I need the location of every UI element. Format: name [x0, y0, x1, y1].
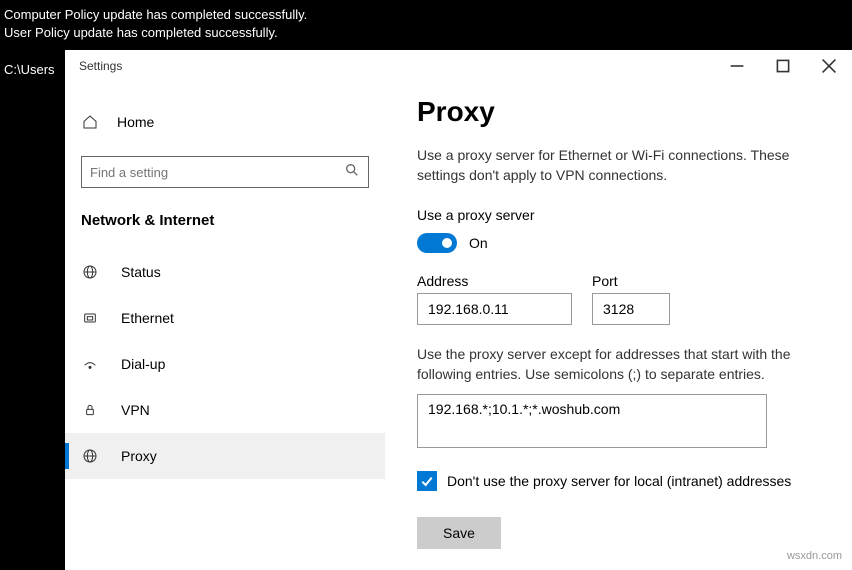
save-button[interactable]: Save [417, 517, 501, 549]
home-label: Home [117, 114, 154, 130]
nav-label: VPN [121, 402, 150, 418]
close-button[interactable] [806, 50, 852, 82]
exceptions-input[interactable] [417, 394, 767, 448]
window-title: Settings [79, 59, 122, 73]
search-input[interactable] [90, 165, 336, 180]
window-controls [714, 50, 852, 82]
local-bypass-label: Don't use the proxy server for local (in… [447, 473, 791, 489]
sidebar-heading: Network & Internet [65, 212, 385, 229]
terminal-line: Computer Policy update has completed suc… [4, 6, 848, 24]
address-input[interactable] [417, 293, 572, 325]
address-label: Address [417, 273, 572, 289]
page-title: Proxy [417, 96, 828, 128]
sidebar-item-status[interactable]: Status [65, 249, 385, 295]
sidebar-item-ethernet[interactable]: Ethernet [65, 295, 385, 341]
local-bypass-checkbox[interactable] [417, 471, 437, 491]
ethernet-icon [81, 310, 99, 326]
settings-window: Settings Home [65, 50, 852, 570]
sidebar-item-proxy[interactable]: Proxy [65, 433, 385, 479]
nav-label: Proxy [121, 448, 157, 464]
sidebar-item-vpn[interactable]: VPN [65, 387, 385, 433]
maximize-button[interactable] [760, 50, 806, 82]
use-proxy-label: Use a proxy server [417, 207, 828, 223]
search-box[interactable] [81, 156, 369, 188]
home-icon [81, 114, 99, 130]
page-description: Use a proxy server for Ethernet or Wi-Fi… [417, 146, 828, 185]
status-icon [81, 264, 99, 280]
nav-label: Status [121, 264, 161, 280]
minimize-button[interactable] [714, 50, 760, 82]
port-label: Port [592, 273, 670, 289]
vpn-icon [81, 402, 99, 418]
sidebar-item-dialup[interactable]: Dial-up [65, 341, 385, 387]
port-input[interactable] [592, 293, 670, 325]
close-icon [821, 58, 837, 74]
nav-label: Dial-up [121, 356, 165, 372]
titlebar: Settings [65, 50, 852, 82]
dialup-icon [81, 356, 99, 372]
checkmark-icon [419, 473, 435, 489]
minimize-icon [729, 58, 745, 74]
use-proxy-toggle[interactable] [417, 233, 457, 253]
home-button[interactable]: Home [65, 102, 385, 142]
content-area: Proxy Use a proxy server for Ethernet or… [385, 82, 852, 570]
exceptions-description: Use the proxy server except for addresse… [417, 345, 828, 384]
nav-label: Ethernet [121, 310, 174, 326]
terminal-line: User Policy update has completed success… [4, 24, 848, 42]
watermark: wsxdn.com [787, 550, 842, 562]
maximize-icon [775, 58, 791, 74]
search-icon [344, 162, 360, 183]
proxy-icon [81, 448, 99, 464]
sidebar: Home Network & Internet Status Ether [65, 82, 385, 570]
toggle-state-label: On [469, 235, 488, 251]
